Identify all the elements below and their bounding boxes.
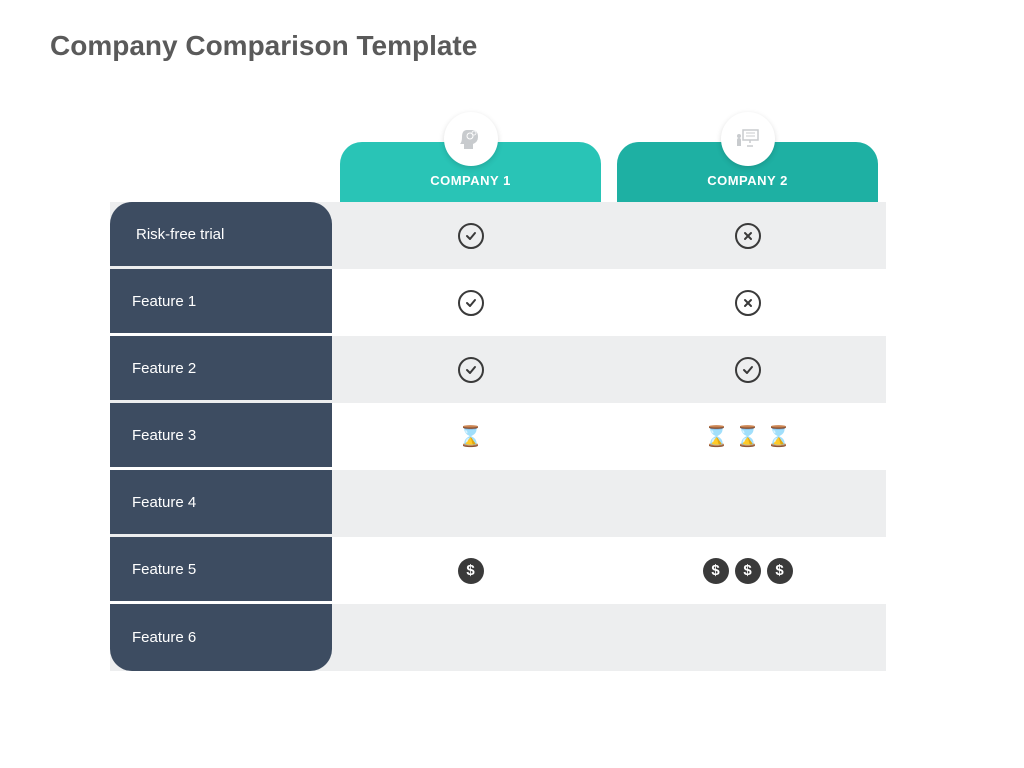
company-2-cell	[609, 336, 886, 403]
company-1-label: COMPANY 1	[430, 173, 511, 188]
company-1-cell	[332, 604, 609, 671]
table-row: Feature 3⌛⌛⌛⌛	[110, 403, 886, 470]
company-1-cell: ⌛	[332, 403, 609, 470]
check-icon	[458, 223, 484, 249]
feature-label: Feature 4	[110, 470, 332, 534]
comparison-table: COMPANY 1 COMPANY 2	[110, 116, 886, 671]
page-title: Company Comparison Template	[50, 30, 477, 62]
table-row: Feature 6	[110, 604, 886, 671]
dollar-icon: $	[735, 558, 761, 584]
company-2-cell	[609, 269, 886, 336]
column-headers: COMPANY 1 COMPANY 2	[110, 116, 886, 202]
company-2-cell: ⌛⌛⌛	[609, 403, 886, 470]
company-2-cell	[609, 604, 886, 671]
company-2-label: COMPANY 2	[707, 173, 788, 188]
dollar-icon: $	[767, 558, 793, 584]
head-gears-icon	[444, 112, 498, 166]
feature-label: Risk-free trial	[110, 202, 332, 266]
presentation-icon	[721, 112, 775, 166]
company-2-cell	[609, 470, 886, 537]
table-row: Feature 2	[110, 336, 886, 403]
feature-label: Feature 2	[110, 336, 332, 400]
company-2-header: COMPANY 2	[609, 116, 886, 202]
dollar-icon: $	[458, 558, 484, 584]
company-1-header: COMPANY 1	[332, 116, 609, 202]
check-icon	[458, 290, 484, 316]
hourglass-icon: ⌛	[704, 424, 729, 449]
hourglass-icon: ⌛	[766, 424, 791, 449]
table-row: Feature 5$$$$	[110, 537, 886, 604]
company-2-cell: $$$	[609, 537, 886, 604]
feature-label: Feature 1	[110, 269, 332, 333]
company-2-cell	[609, 202, 886, 269]
hourglass-icon: ⌛	[458, 424, 483, 449]
check-icon	[735, 357, 761, 383]
company-1-cell: $	[332, 537, 609, 604]
company-1-cell	[332, 269, 609, 336]
table-row: Risk-free trial	[110, 202, 886, 269]
company-1-cell	[332, 336, 609, 403]
hourglass-icon: ⌛	[735, 424, 760, 449]
cross-icon	[735, 223, 761, 249]
check-icon	[458, 357, 484, 383]
feature-label: Feature 6	[110, 604, 332, 671]
feature-label: Feature 3	[110, 403, 332, 467]
dollar-icon: $	[703, 558, 729, 584]
cross-icon	[735, 290, 761, 316]
company-1-cell	[332, 202, 609, 269]
company-1-cell	[332, 470, 609, 537]
table-row: Feature 4	[110, 470, 886, 537]
table-row: Feature 1	[110, 269, 886, 336]
feature-label: Feature 5	[110, 537, 332, 601]
